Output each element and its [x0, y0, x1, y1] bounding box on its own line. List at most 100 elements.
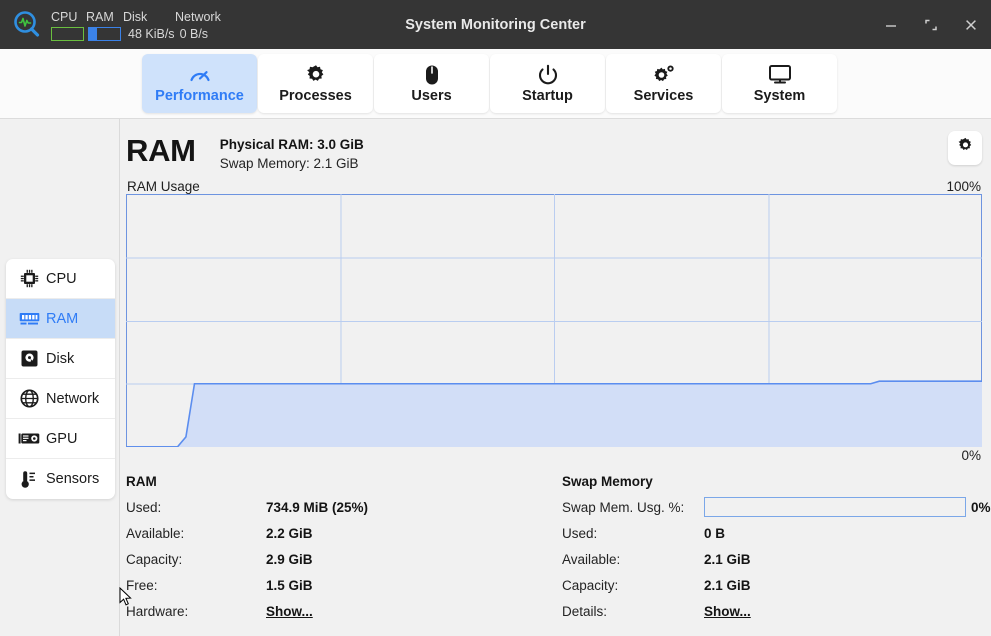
stat-row: Available: 2.2 GiB: [126, 520, 554, 546]
stat-row: Capacity: 2.1 GiB: [562, 572, 982, 598]
sidebar-item-label: Disk: [46, 350, 75, 367]
stat-key: Hardware:: [126, 603, 189, 619]
stat-row: Hardware: Show...: [126, 598, 554, 624]
tab-label: Performance: [155, 87, 244, 104]
cpu-chip-icon: [17, 268, 41, 290]
ram-usage-chart: [126, 194, 982, 447]
sidebar-item-cpu[interactable]: CPU: [6, 259, 115, 299]
tab-startup[interactable]: Startup: [490, 54, 605, 113]
stat-row: Used: 734.9 MiB (25%): [126, 494, 554, 520]
sidebar-item-gpu[interactable]: GPU: [6, 419, 115, 459]
tab-system[interactable]: System: [722, 54, 837, 113]
stat-value: 2.1 GiB: [704, 577, 751, 593]
title-bar: CPU RAM Disk Network 48 KiB/s 0 B/s Syste…: [0, 0, 991, 49]
indicator-label-disk: Disk: [123, 10, 148, 24]
sidebar-item-network[interactable]: Network: [6, 379, 115, 419]
swap-memory-text: Swap Memory: 2.1 GiB: [219, 156, 359, 171]
swap-usage-label: Swap Mem. Usg. %:: [562, 499, 685, 515]
titlebar-indicators: CPU RAM Disk Network 48 KiB/s 0 B/s: [51, 5, 221, 45]
graph-axis-labels: RAM Usage 100%: [126, 175, 982, 194]
thermometer-icon: [17, 468, 41, 490]
gears-icon: [652, 63, 676, 87]
swap-stats-heading: Swap Memory: [562, 474, 653, 489]
graph-min-label: 0%: [961, 448, 981, 463]
stat-row: Available: 2.1 GiB: [562, 546, 982, 572]
power-icon: [537, 63, 559, 87]
swap-stats-column: Swap Memory Swap Mem. Usg. %: 0% Used: 0 …: [554, 471, 991, 636]
sidebar-list: CPU RAM Disk Network GPU Sensors: [6, 259, 115, 499]
ram-mini-bar: [88, 27, 121, 41]
content-body: CPU RAM Disk Network GPU Sensors RAM Phy…: [0, 119, 991, 636]
tab-processes[interactable]: Processes: [258, 54, 373, 113]
stat-value: 2.1 GiB: [704, 551, 751, 567]
hard-disk-icon: [17, 348, 41, 370]
indicator-label-cpu: CPU: [51, 10, 78, 24]
sidebar: CPU RAM Disk Network GPU Sensors: [0, 119, 120, 636]
tab-performance[interactable]: Performance: [142, 54, 257, 113]
tab-services[interactable]: Services: [606, 54, 721, 113]
indicator-label-network: Network: [175, 10, 221, 24]
io-readouts: 48 KiB/s 0 B/s: [128, 27, 208, 41]
stat-key: Available:: [126, 525, 185, 541]
sidebar-item-label: Sensors: [46, 471, 100, 487]
graph-min-label-row: 0%: [126, 447, 982, 467]
cpu-mini-bar: [51, 27, 84, 41]
tab-label: Users: [411, 87, 452, 104]
stat-row: Capacity: 2.9 GiB: [126, 546, 554, 572]
mouse-icon: [424, 63, 440, 87]
settings-button[interactable]: [948, 131, 982, 165]
stat-key: Available:: [562, 551, 621, 567]
stats-area: RAM Used: 734.9 MiB (25%) Available: 2.2 Gi…: [126, 467, 991, 636]
gear-icon: [957, 137, 974, 159]
physical-ram-text: Physical RAM: 3.0 GiB: [219, 137, 364, 152]
swap-usage-progressbar: [704, 497, 966, 517]
stat-value: 2.2 GiB: [266, 525, 313, 541]
show-link[interactable]: Show...: [704, 604, 751, 619]
gauge-icon: [188, 63, 212, 87]
stat-row: Used: 0 B: [562, 520, 982, 546]
ram-summary: Physical RAM: 3.0 GiB Swap Memory: 2.1 G…: [220, 133, 364, 173]
sidebar-item-label: CPU: [46, 270, 77, 287]
stat-key: Capacity:: [562, 577, 619, 593]
stat-value: 734.9 MiB (25%): [266, 499, 369, 515]
graph-title-label: RAM Usage: [127, 179, 200, 194]
swap-usage-percent: 0%: [971, 499, 991, 515]
tab-label: Processes: [279, 87, 352, 104]
ram-header: RAM Physical RAM: 3.0 GiB Swap Memory: 2…: [126, 119, 982, 175]
sidebar-item-ram[interactable]: RAM: [6, 299, 115, 339]
maximize-button[interactable]: [911, 0, 951, 49]
minimize-button[interactable]: [871, 0, 911, 49]
gpu-card-icon: [17, 428, 41, 450]
stat-key: Capacity:: [126, 551, 183, 567]
sidebar-item-disk[interactable]: Disk: [6, 339, 115, 379]
sidebar-item-label: RAM: [46, 310, 79, 327]
main-panel: RAM Physical RAM: 3.0 GiB Swap Memory: 2…: [120, 119, 991, 636]
page-title: RAM: [126, 133, 196, 168]
sidebar-item-label: Network: [46, 390, 100, 407]
stat-key: Used:: [562, 525, 598, 541]
app-window: CPU RAM Disk Network 48 KiB/s 0 B/s Syste…: [0, 0, 991, 636]
monitor-icon: [768, 63, 792, 87]
ram-stats-column: RAM Used: 734.9 MiB (25%) Available: 2.2 Gi…: [126, 471, 554, 636]
show-link[interactable]: Show...: [266, 604, 313, 619]
sidebar-item-sensors[interactable]: Sensors: [6, 459, 115, 499]
stat-value: 1.5 GiB: [266, 577, 313, 593]
graph-max-label: 100%: [946, 179, 981, 194]
tab-users[interactable]: Users: [374, 54, 489, 113]
indicator-label-ram: RAM: [86, 10, 114, 24]
stat-row: Details: Show...: [562, 598, 982, 624]
globe-icon: [17, 388, 41, 410]
swap-usage-row: Swap Mem. Usg. %: 0%: [562, 494, 991, 520]
tab-label: Services: [633, 87, 694, 104]
main-tab-bar: Performance Processes Users Startup Serv…: [0, 49, 991, 119]
network-io-value: 0 B/s: [179, 27, 209, 41]
disk-io-value: 48 KiB/s: [128, 27, 175, 41]
close-button[interactable]: [951, 0, 991, 49]
stat-value: 2.9 GiB: [266, 551, 313, 567]
tab-label: Startup: [522, 87, 573, 104]
stat-key: Details:: [562, 603, 608, 619]
stat-key: Used:: [126, 499, 162, 515]
stat-value: 0 B: [704, 525, 726, 541]
tab-label: System: [753, 87, 806, 104]
stat-key: Free:: [126, 577, 158, 593]
